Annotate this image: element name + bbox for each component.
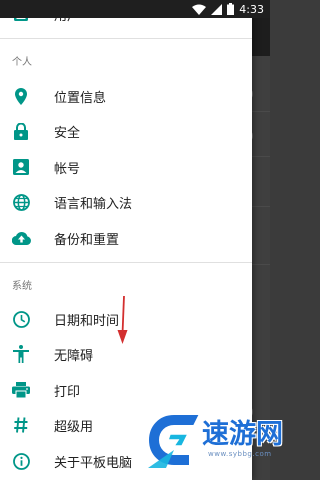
drawer-item-label: 日期和时间 [54, 313, 120, 329]
drawer-item-security[interactable]: 安全 [0, 114, 252, 148]
accessibility-icon [11, 344, 31, 364]
printer-icon [11, 380, 31, 400]
wifi-icon [192, 4, 207, 15]
signal-icon [211, 3, 223, 15]
drawer-item-label: 备份和重置 [54, 232, 120, 248]
drawer-item-backup-reset[interactable]: 备份和重置 [0, 221, 252, 255]
info-icon [11, 451, 31, 471]
cloud-upload-icon [11, 228, 31, 248]
clock-icon [11, 309, 31, 329]
hash-icon [11, 415, 31, 435]
section-header-system: 系统 [12, 281, 32, 292]
settings-drawer: 用户 个人 位置信息 安全 帐号 语言和输入法 备份和重置 系统 [0, 0, 252, 480]
drawer-item-accounts[interactable]: 帐号 [0, 150, 252, 184]
status-icons: 4:33 [192, 2, 264, 16]
annotation-arrow [116, 295, 130, 350]
drawer-item-printing[interactable]: 打印 [0, 373, 252, 407]
watermark-emblem-icon [146, 413, 202, 468]
status-time: 4:33 [239, 2, 264, 16]
globe-icon [11, 192, 31, 212]
drawer-item-label: 关于平板电脑 [54, 455, 133, 471]
section-divider [0, 262, 252, 263]
drawer-item-label: 无障碍 [54, 348, 94, 364]
location-pin-icon [11, 86, 31, 106]
drawer-item-location[interactable]: 位置信息 [0, 79, 252, 113]
drawer-item-label: 安全 [54, 125, 81, 141]
account-box-icon [11, 157, 31, 177]
drawer-item-label: 语言和输入法 [54, 196, 133, 212]
section-divider [0, 38, 252, 39]
drawer-item-label: 打印 [54, 384, 81, 400]
section-header-personal: 个人 [12, 57, 32, 68]
battery-icon [227, 3, 235, 15]
watermark-text: 速游网 [202, 419, 283, 450]
drawer-item-label: 位置信息 [54, 90, 107, 106]
drawer-item-label: 帐号 [54, 161, 81, 177]
drawer-item-label: 超级用 [54, 419, 94, 435]
drawer-item-language-input[interactable]: 语言和输入法 [0, 185, 252, 219]
watermark-url: www.sybbg.com [208, 450, 272, 458]
lock-icon [11, 121, 31, 141]
watermark-logo: 速游网 www.sybbg.com [144, 410, 283, 480]
status-bar: 4:33 [0, 0, 270, 18]
